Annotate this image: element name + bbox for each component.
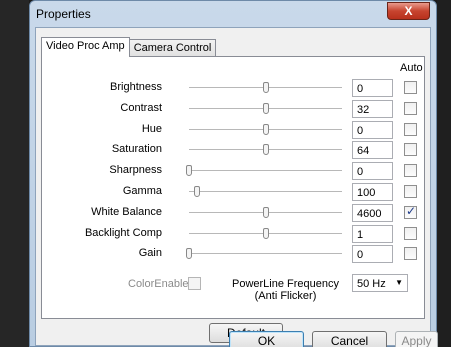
gamma-auto-checkbox[interactable]: [404, 185, 417, 198]
auto-column-header: Auto: [400, 62, 423, 74]
contrast-label: Contrast: [120, 101, 162, 114]
gain-label: Gain: [138, 247, 162, 260]
desktop-background-right: [437, 0, 451, 347]
cancel-button[interactable]: Cancel: [312, 331, 387, 347]
powerline-frequency-select[interactable]: 50 Hz ▼: [352, 274, 408, 292]
powerline-frequency-label: PowerLine Frequency (Anti Flicker): [232, 278, 339, 302]
saturation-slider-thumb[interactable]: [262, 144, 269, 156]
hue-slider-thumb[interactable]: [262, 123, 269, 135]
brightness-label: Brightness: [110, 81, 162, 93]
property-row-gain: Gain 0: [42, 244, 424, 264]
hue-value-field[interactable]: 0: [352, 120, 393, 139]
powerline-label-line1: PowerLine Frequency: [232, 278, 340, 290]
tab-camera-control[interactable]: Camera Control: [128, 39, 217, 57]
property-row-white-balance: White Balance 4600: [42, 203, 424, 223]
gain-auto-checkbox[interactable]: [404, 247, 417, 261]
gamma-value-field[interactable]: 100: [352, 183, 393, 201]
hue-auto-checkbox[interactable]: [404, 122, 417, 136]
contrast-value-field[interactable]: 32: [352, 99, 393, 118]
white-balance-label: White Balance: [91, 205, 162, 218]
color-enable-label: ColorEnable: [128, 278, 189, 290]
tab-strip: Video Proc Amp Camera Control: [41, 37, 217, 57]
gamma-slider-track[interactable]: [189, 191, 342, 192]
sharpness-slider-thumb[interactable]: [186, 165, 192, 177]
hue-label: Hue: [141, 122, 162, 135]
property-row-saturation: Saturation 64: [42, 140, 424, 160]
saturation-label: Saturation: [111, 143, 162, 156]
sharpness-slider-track[interactable]: [189, 170, 342, 172]
gain-slider-thumb[interactable]: [186, 248, 192, 260]
bottom-options-row: ColorEnable PowerLine Frequency (Anti Fl…: [42, 273, 424, 313]
gain-slider-track[interactable]: [189, 253, 342, 255]
property-row-sharpness: Sharpness 0: [42, 161, 424, 181]
white-balance-value-field[interactable]: 4600: [352, 203, 393, 222]
property-row-gamma: Gamma 100: [42, 182, 424, 202]
desktop-background-left: [0, 0, 29, 347]
brightness-auto-checkbox[interactable]: [404, 81, 417, 94]
chevron-down-icon: ▼: [395, 278, 403, 287]
property-row-brightness: Brightness 0: [42, 78, 424, 98]
tab-video-proc-amp[interactable]: Video Proc Amp: [41, 37, 130, 57]
property-row-hue: Hue 0: [42, 120, 424, 140]
sharpness-auto-checkbox[interactable]: [404, 164, 417, 178]
sharpness-label: Sharpness: [109, 164, 162, 177]
close-icon: X: [404, 4, 413, 18]
brightness-value-field[interactable]: 0: [352, 79, 393, 97]
sharpness-value-field[interactable]: 0: [352, 162, 393, 181]
gain-value-field[interactable]: 0: [352, 245, 393, 264]
white-balance-slider-thumb[interactable]: [262, 206, 269, 218]
tab-panel: Auto Brightness 0 Contrast 32 Hue 0 Saturation…: [41, 56, 425, 343]
ok-button[interactable]: OK: [229, 331, 304, 347]
saturation-auto-checkbox[interactable]: [404, 143, 417, 157]
properties-dialog: Properties X Video Proc Amp Camera Contr…: [29, 0, 438, 347]
property-row-backlight-comp: Backlight Comp 1: [42, 224, 424, 244]
window-title: Properties: [36, 7, 91, 21]
title-bar[interactable]: Properties X: [30, 1, 436, 27]
backlight-comp-value-field[interactable]: 1: [352, 224, 393, 243]
contrast-auto-checkbox[interactable]: [404, 101, 417, 115]
white-balance-auto-checkbox[interactable]: [404, 204, 417, 219]
backlight-comp-label: Backlight Comp: [84, 226, 162, 239]
powerline-frequency-value: 50 Hz: [357, 278, 386, 290]
color-enable-checkbox[interactable]: [188, 277, 201, 290]
close-button[interactable]: X: [387, 2, 430, 20]
backlight-comp-slider-thumb[interactable]: [262, 227, 269, 239]
apply-button[interactable]: Apply: [395, 331, 438, 347]
dialog-client-area: Video Proc Amp Camera Control Auto Brigh…: [35, 27, 438, 347]
backlight-comp-auto-checkbox[interactable]: [404, 226, 417, 240]
gamma-slider-thumb[interactable]: [193, 186, 200, 197]
powerline-label-line2: (Anti Flicker): [254, 290, 317, 302]
gamma-label: Gamma: [122, 185, 162, 197]
saturation-value-field[interactable]: 64: [352, 141, 393, 160]
brightness-slider-thumb[interactable]: [262, 82, 269, 93]
property-row-contrast: Contrast 32: [42, 99, 424, 119]
contrast-slider-thumb[interactable]: [262, 102, 269, 114]
